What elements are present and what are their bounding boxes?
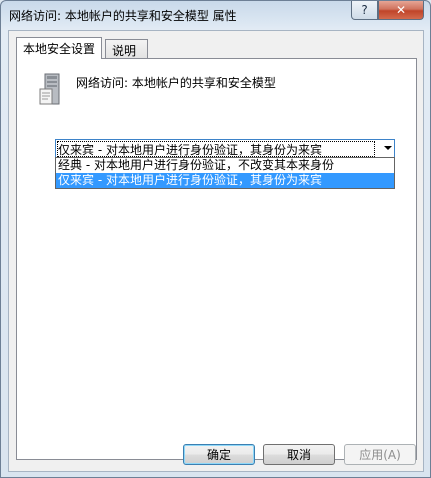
option-classic[interactable]: 经典 - 对本地用户进行身份验证，不改变其本来身份 — [56, 158, 394, 173]
close-button[interactable]: ✕ — [378, 1, 424, 20]
tab-label: 说明 — [112, 44, 137, 58]
title-bar[interactable]: 网络访问: 本地帐户的共享和安全模型 属性 ? ✕ — [1, 1, 430, 31]
tab-explain[interactable]: 说明 — [105, 39, 148, 58]
apply-button[interactable]: 应用(A) — [344, 444, 416, 465]
help-icon: ? — [361, 3, 368, 17]
select-value: 仅来宾 - 对本地用户进行身份验证，其身份为来宾 — [56, 140, 376, 158]
server-policy-icon — [39, 73, 60, 105]
option-guest-only[interactable]: 仅来宾 - 对本地用户进行身份验证，其身份为来宾 — [56, 173, 394, 188]
close-icon: ✕ — [395, 3, 407, 17]
cancel-button[interactable]: 取消 — [263, 444, 335, 465]
tab-label: 本地安全设置 — [23, 42, 96, 56]
tab-local-security-setting[interactable]: 本地安全设置 — [16, 37, 103, 59]
properties-dialog: 网络访问: 本地帐户的共享和安全模型 属性 ? ✕ 本地安全设置 说明 网络访问… — [0, 0, 431, 478]
ok-button[interactable]: 确定 — [183, 444, 255, 465]
dropdown-list: 经典 - 对本地用户进行身份验证，不改变其本来身份 仅来宾 - 对本地用户进行身… — [55, 157, 395, 189]
help-button[interactable]: ? — [351, 1, 378, 20]
security-model-select[interactable]: 仅来宾 - 对本地用户进行身份验证，其身份为来宾 — [55, 139, 395, 158]
window-title: 网络访问: 本地帐户的共享和安全模型 属性 — [9, 9, 237, 23]
chevron-down-icon[interactable] — [384, 146, 392, 150]
policy-name: 网络访问: 本地帐户的共享和安全模型 — [76, 76, 276, 90]
dialog-body: 本地安全设置 说明 网络访问: 本地帐户的共享和安全模型 仅来宾 - 对本地用户… — [8, 30, 424, 472]
tab-panel: 网络访问: 本地帐户的共享和安全模型 仅来宾 - 对本地用户进行身份验证，其身份… — [16, 58, 417, 460]
